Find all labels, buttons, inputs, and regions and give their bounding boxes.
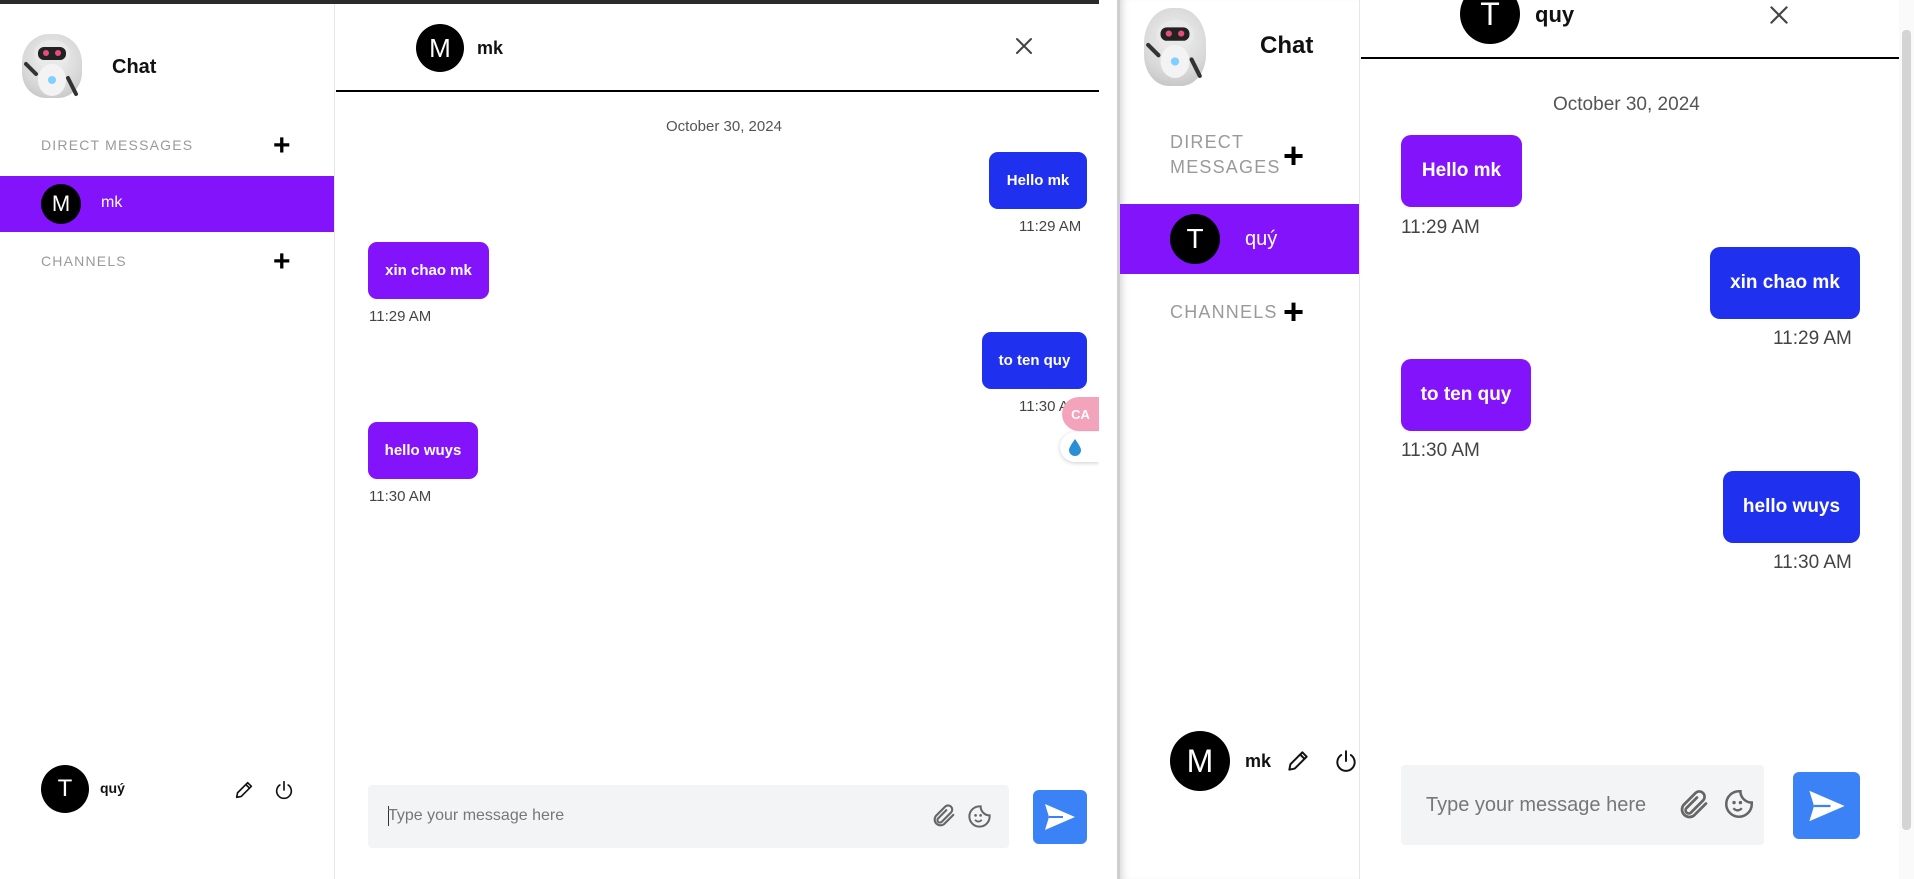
contact-item-quy[interactable]: T quý xyxy=(1120,204,1359,274)
message-input-placeholder[interactable]: Type your message here xyxy=(1426,794,1646,817)
date-separator: October 30, 2024 xyxy=(666,118,782,135)
paperclip-icon[interactable] xyxy=(1676,787,1712,823)
message-bubble: to ten quy xyxy=(1401,359,1531,431)
left-chat-window: Chat DIRECT MESSAGES + M mk CHANNELS + T… xyxy=(0,0,1099,879)
contact-name: quý xyxy=(1245,228,1278,250)
contact-name: mk xyxy=(101,194,123,211)
sticker-icon[interactable] xyxy=(966,803,993,830)
user-avatar[interactable]: M xyxy=(1170,731,1230,791)
send-button[interactable] xyxy=(1793,772,1860,839)
sidebar: Chat DIRECT MESSAGES + T quý CHANNELS + … xyxy=(1120,0,1360,879)
pencil-icon[interactable] xyxy=(1285,748,1311,774)
user-name: mk xyxy=(1245,751,1272,771)
chat-header-name: quy xyxy=(1535,2,1575,27)
direct-messages-label: DIRECT MESSAGES xyxy=(41,137,194,153)
robot-logo-icon xyxy=(22,34,82,98)
message-time: 11:29 AM xyxy=(1019,218,1082,235)
power-icon[interactable] xyxy=(273,779,295,801)
power-icon[interactable] xyxy=(1333,748,1359,774)
floating-translate-badge[interactable]: CA xyxy=(1062,397,1099,431)
message-time: 11:30 AM xyxy=(369,488,432,505)
chat-header-divider xyxy=(1361,57,1914,59)
add-direct-message-plus-icon[interactable]: + xyxy=(1283,138,1304,174)
message-bubble: hello wuys xyxy=(1723,471,1860,543)
pencil-icon[interactable] xyxy=(233,779,255,801)
add-channel-plus-icon[interactable]: + xyxy=(1283,294,1304,330)
chat-header-name: mk xyxy=(477,38,504,58)
message-time: 11:29 AM xyxy=(369,308,432,325)
message-bubble: xin chao mk xyxy=(368,242,489,299)
scrollbar-thumb[interactable] xyxy=(1902,30,1911,830)
chat-header-avatar: M xyxy=(416,24,464,72)
robot-logo-icon xyxy=(1144,8,1206,86)
water-drop-icon[interactable] xyxy=(1060,432,1099,462)
add-channel-plus-icon[interactable]: + xyxy=(273,247,291,277)
send-icon xyxy=(1045,804,1075,830)
chat-header-divider xyxy=(336,90,1099,92)
message-bubble: Hello mk xyxy=(1401,135,1522,207)
contact-avatar: T xyxy=(1170,214,1220,264)
message-time: 11:30 AM xyxy=(1401,440,1480,461)
close-icon[interactable] xyxy=(1766,2,1792,28)
vertical-scrollbar[interactable] xyxy=(1899,0,1914,879)
message-input-box[interactable]: Type your message here xyxy=(368,785,1009,848)
message-bubble: hello wuys xyxy=(368,422,478,479)
message-time: 11:29 AM xyxy=(1401,217,1480,238)
message-time: 11:30 AM xyxy=(1773,552,1852,573)
user-avatar[interactable]: T xyxy=(41,765,89,813)
message-time: 11:29 AM xyxy=(1773,328,1852,349)
app-title: Chat xyxy=(1260,32,1314,59)
app-title: Chat xyxy=(112,56,157,78)
message-bubble: to ten quy xyxy=(982,332,1087,389)
channels-label: CHANNELS xyxy=(1170,302,1278,322)
send-icon xyxy=(1808,790,1845,821)
chat-header-avatar: T xyxy=(1460,0,1520,44)
contact-item-mk[interactable]: M mk xyxy=(0,176,334,232)
message-input-box[interactable]: Type your message here xyxy=(1401,765,1764,845)
message-bubble: xin chao mk xyxy=(1710,247,1860,319)
message-bubble: Hello mk xyxy=(989,152,1087,209)
add-direct-message-plus-icon[interactable]: + xyxy=(273,131,291,161)
user-name: quý xyxy=(100,780,125,796)
sticker-icon[interactable] xyxy=(1722,787,1756,821)
close-icon[interactable] xyxy=(1012,34,1036,58)
paperclip-icon[interactable] xyxy=(930,802,958,830)
contact-avatar: M xyxy=(41,184,81,224)
right-chat-window: Chat DIRECT MESSAGES + T quý CHANNELS + … xyxy=(1120,0,1914,879)
send-button[interactable] xyxy=(1033,790,1087,844)
direct-messages-label: DIRECT MESSAGES xyxy=(1170,132,1281,177)
message-input-placeholder[interactable]: Type your message here xyxy=(388,807,564,825)
date-separator: October 30, 2024 xyxy=(1553,94,1700,115)
channels-label: CHANNELS xyxy=(41,253,127,269)
sidebar: Chat DIRECT MESSAGES + M mk CHANNELS + T… xyxy=(0,4,335,879)
